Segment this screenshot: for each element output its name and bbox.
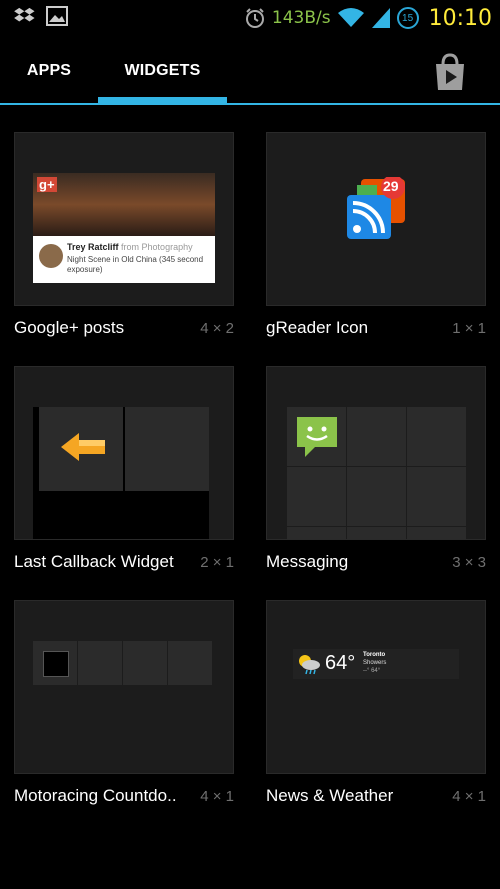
widget-size: 3 × 3 bbox=[452, 554, 486, 571]
preview-cell bbox=[407, 527, 466, 539]
notification-badge: 15 bbox=[396, 7, 419, 29]
widget-preview: 29 bbox=[266, 132, 486, 306]
tab-widgets[interactable]: WIDGETS bbox=[98, 36, 227, 106]
wifi-icon bbox=[337, 8, 364, 27]
photo-thumbnail: g+ bbox=[33, 173, 215, 236]
condition: Showers bbox=[363, 660, 387, 666]
widget-name: Last Callback Widget bbox=[14, 552, 174, 571]
widget-preview: 64° Toronto Showers --° 64° bbox=[266, 600, 486, 774]
motoracing-row bbox=[33, 641, 213, 685]
widget-name: Google+ posts bbox=[14, 318, 125, 337]
preview-cell bbox=[287, 527, 346, 539]
widget-name: Messaging bbox=[266, 552, 349, 571]
callback-preview-area bbox=[33, 407, 209, 539]
preview-cell bbox=[168, 641, 212, 685]
widget-preview bbox=[14, 600, 234, 774]
clock: 10:10 bbox=[428, 5, 492, 31]
widget-messaging[interactable]: Messaging 3 × 3 bbox=[266, 366, 486, 578]
preview-cell bbox=[39, 407, 123, 491]
widget-last-callback[interactable]: Last Callback Widget 2 × 1 bbox=[14, 366, 234, 578]
weather-card: 64° Toronto Showers --° 64° bbox=[293, 649, 459, 679]
signal-icon bbox=[371, 8, 390, 28]
motorcycle-icon bbox=[43, 651, 69, 677]
widget-preview: g+ Trey Ratcliff from Photography Night … bbox=[14, 132, 234, 306]
preview-cell bbox=[347, 467, 406, 526]
status-bar: 143B/s 15 10:10 bbox=[0, 0, 500, 36]
google-plus-icon: g+ bbox=[37, 177, 57, 192]
tab-apps[interactable]: APPS bbox=[0, 36, 98, 106]
preview-cell bbox=[125, 407, 209, 491]
post-text: Night Scene in Old China (345 second exp… bbox=[67, 255, 204, 274]
widget-name: News & Weather bbox=[266, 786, 394, 805]
widget-size: 1 × 1 bbox=[452, 320, 486, 337]
preview-cell bbox=[347, 527, 406, 539]
temperature-range: --° 64° bbox=[363, 668, 381, 674]
weather-showers-icon bbox=[299, 655, 320, 675]
widget-motoracing-countdown[interactable]: Motoracing Countdo.. 4 × 1 bbox=[14, 600, 234, 812]
preview-cell bbox=[123, 641, 167, 685]
widget-google-plus-posts[interactable]: g+ Trey Ratcliff from Photography Night … bbox=[14, 132, 234, 344]
widget-name: gReader Icon bbox=[266, 318, 369, 337]
messaging-icon bbox=[297, 417, 337, 457]
widget-size: 2 × 1 bbox=[200, 554, 234, 571]
preview-cell bbox=[287, 467, 346, 526]
widget-preview bbox=[14, 366, 234, 540]
author-source: from Photography bbox=[121, 242, 193, 252]
post-author: Trey Ratcliff from Photography bbox=[67, 242, 193, 252]
widget-name: Motoracing Countdo.. bbox=[14, 786, 177, 805]
status-left bbox=[14, 6, 68, 26]
preview-cell bbox=[407, 407, 466, 466]
author-name: Trey Ratcliff bbox=[67, 242, 119, 252]
status-right: 143B/s 15 10:10 bbox=[244, 4, 492, 32]
tab-bar: APPS WIDGETS bbox=[0, 36, 500, 106]
unread-badge: 29 bbox=[383, 178, 399, 194]
temperature: 64° bbox=[325, 652, 356, 674]
dropbox-icon bbox=[14, 7, 35, 22]
widget-greader-icon[interactable]: 29 gReader Icon 1 × 1 bbox=[266, 132, 486, 344]
widget-size: 4 × 1 bbox=[200, 788, 234, 805]
preview-cell bbox=[347, 407, 406, 466]
widget-size: 4 × 1 bbox=[452, 788, 486, 805]
widget-size: 4 × 2 bbox=[200, 320, 234, 337]
tab-divider bbox=[0, 103, 500, 105]
preview-cell bbox=[407, 467, 466, 526]
network-speed: 143B/s bbox=[271, 8, 331, 28]
city: Toronto bbox=[363, 652, 386, 658]
widget-news-weather[interactable]: 64° Toronto Showers --° 64° News & Weath… bbox=[266, 600, 486, 812]
google-plus-card: g+ Trey Ratcliff from Photography Night … bbox=[33, 173, 215, 283]
preview-cell bbox=[33, 641, 77, 685]
avatar bbox=[39, 244, 63, 268]
image-icon bbox=[46, 6, 68, 26]
widget-preview bbox=[266, 366, 486, 540]
preview-cell bbox=[78, 641, 122, 685]
alarm-icon bbox=[245, 8, 264, 28]
play-store-icon[interactable] bbox=[430, 52, 470, 92]
callback-arrow-icon bbox=[61, 433, 105, 461]
greader-icon bbox=[347, 177, 405, 239]
